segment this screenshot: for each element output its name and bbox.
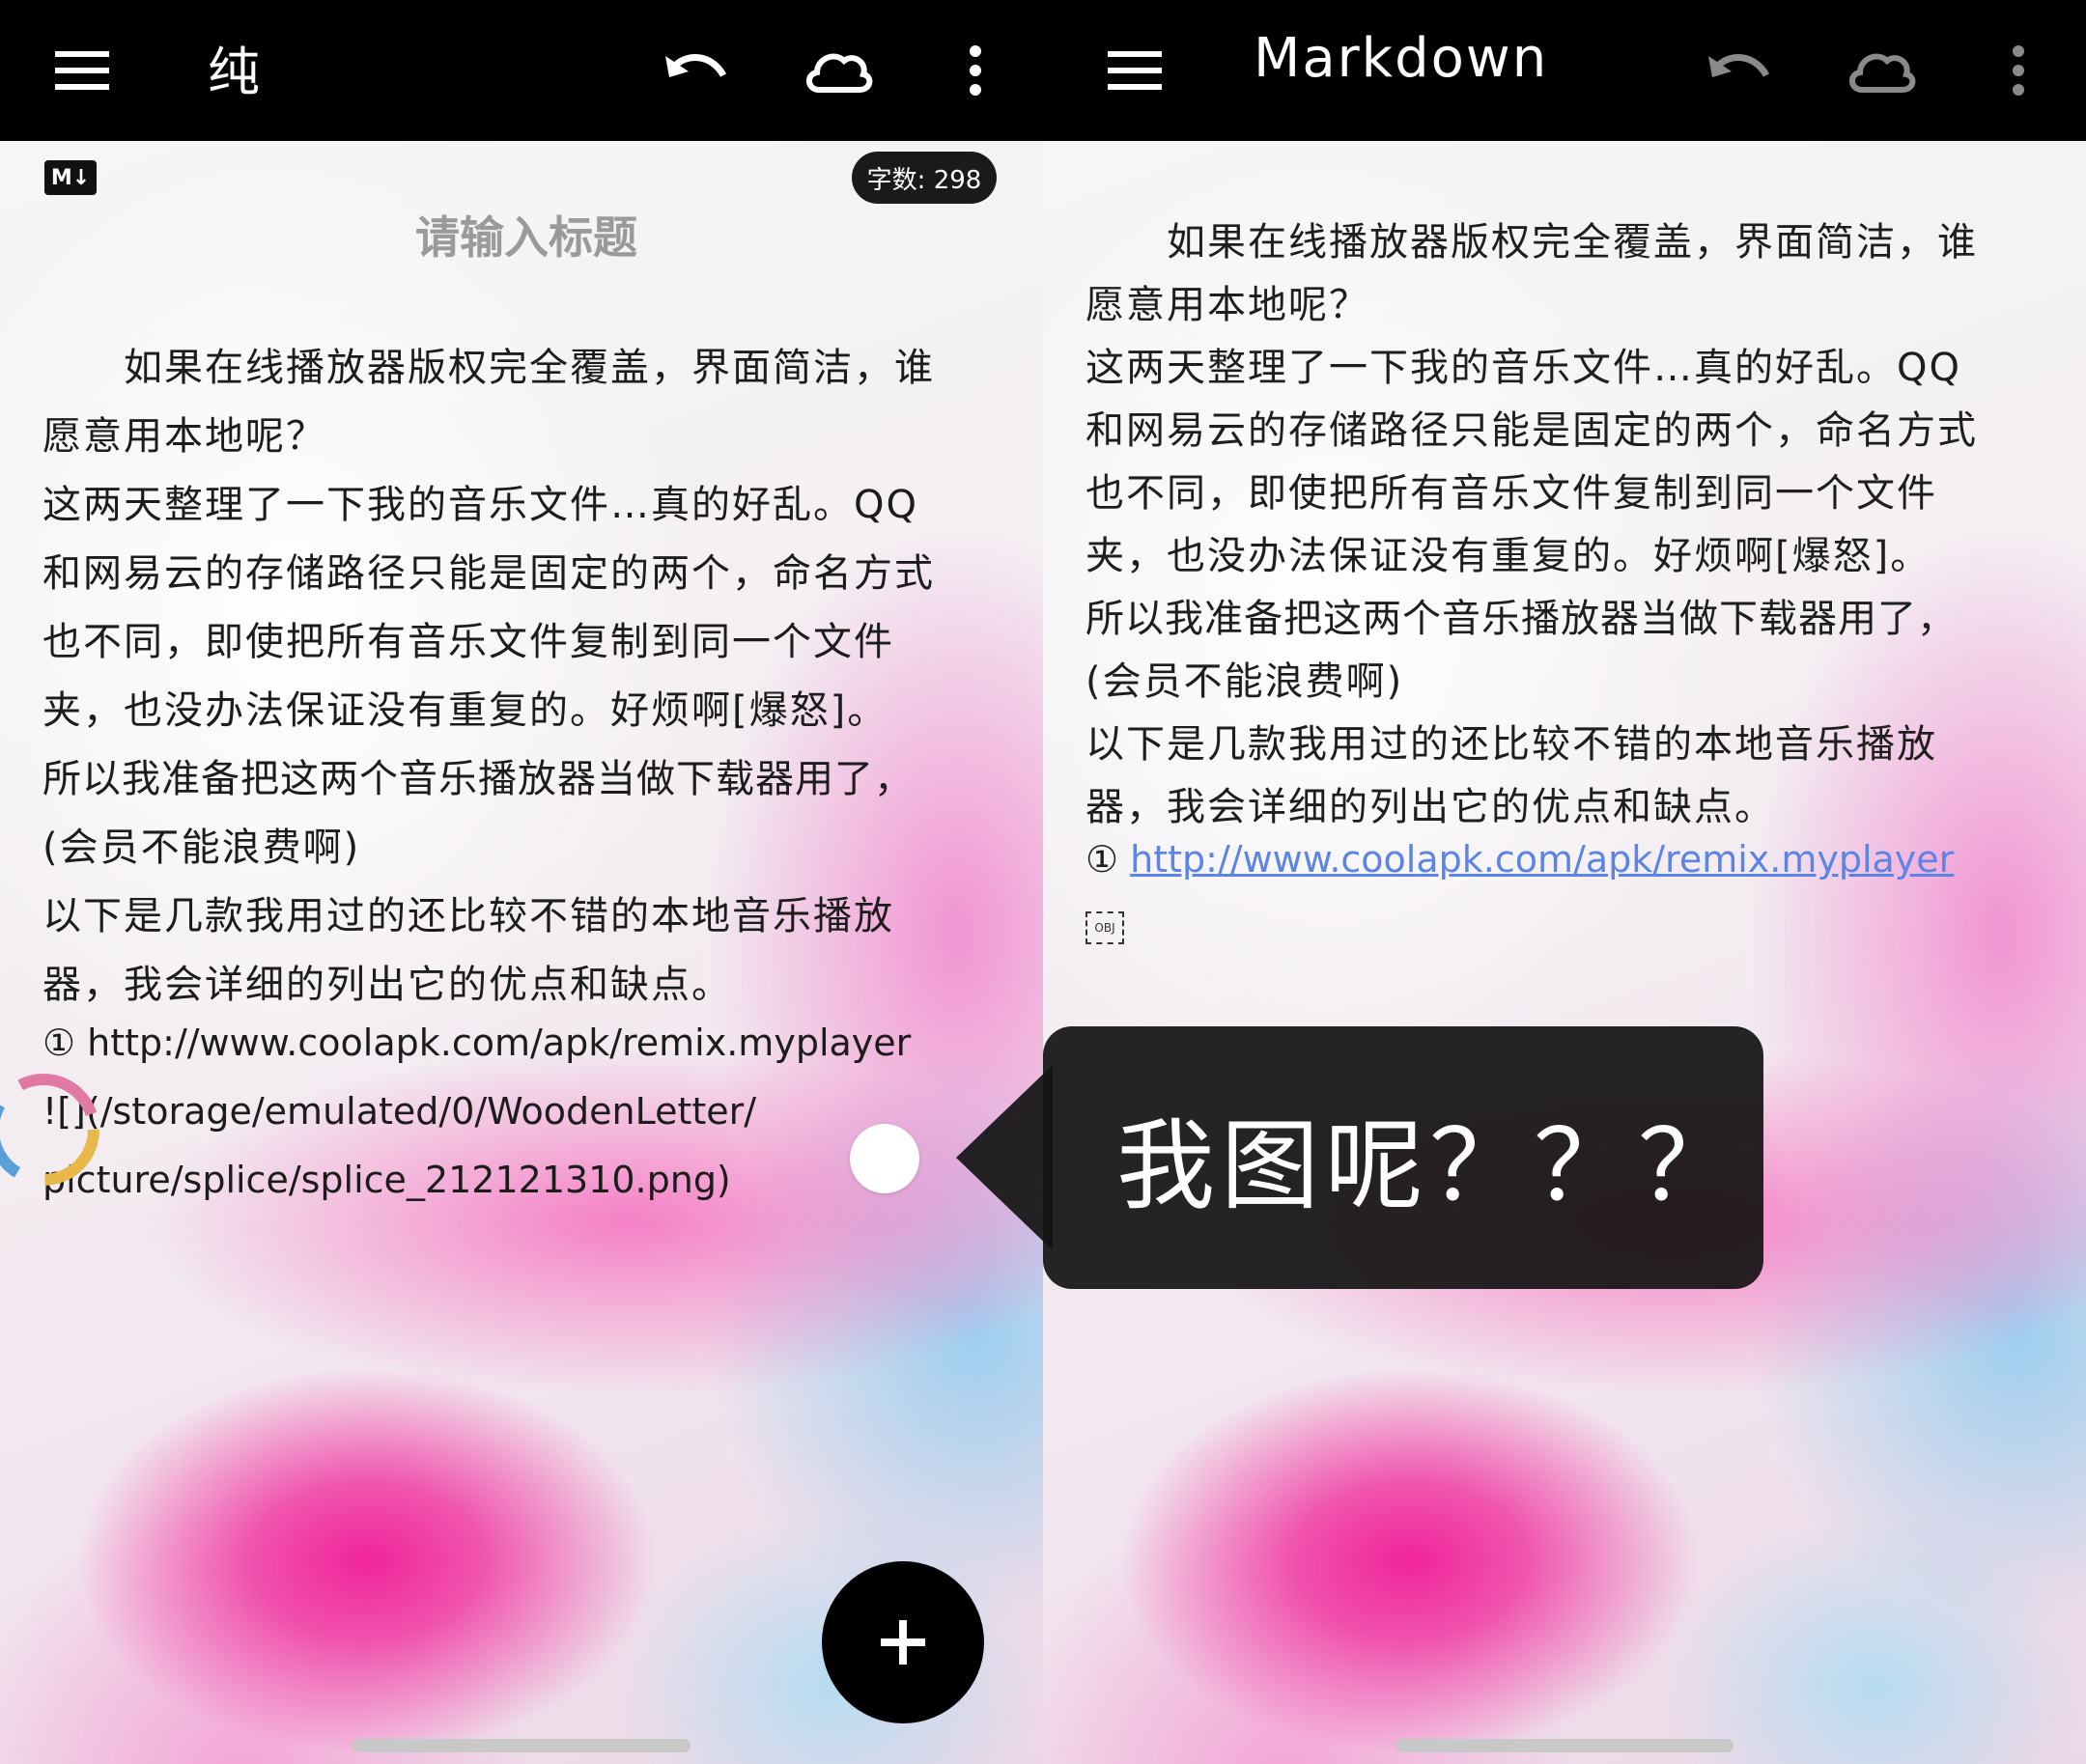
text-line: 以下是几款我用过的还比较不错的本地音乐播放 bbox=[1085, 722, 1937, 767]
speech-bubble-text: 我图呢？？？ bbox=[1043, 1026, 1763, 1289]
text-line: picture/splice/splice_212121310.png) bbox=[42, 1159, 731, 1201]
text-line: 夹，也没办法保证没有重复的。好烦啊[爆怒]。 bbox=[42, 688, 888, 733]
text-line: 器，我会详细的列出它的优点和缺点。 bbox=[1085, 785, 1775, 829]
word-count-badge: 字数: 298 bbox=[852, 152, 997, 204]
text-line: (会员不能浪费啊) bbox=[1085, 659, 1404, 704]
text-line: 也不同，即使把所有音乐文件复制到同一个文件 bbox=[42, 620, 894, 664]
floating-cursor-dot[interactable] bbox=[850, 1124, 919, 1193]
text-line: 和网易云的存储路径只能是固定的两个，命名方式 bbox=[42, 551, 935, 596]
text-line: 这两天整理了一下我的音乐文件…真的好乱。QQ bbox=[1085, 346, 1961, 390]
plus-icon bbox=[881, 1620, 925, 1665]
markdown-preview-panel: Markdown 如果在线播放器版权完全覆盖，界面简洁，谁 愿意用本地呢？ 这两… bbox=[1043, 0, 2086, 1764]
text-line: 如果在线播放器版权完全覆盖，界面简洁，谁 bbox=[42, 346, 935, 390]
text-line: 这两天整理了一下我的音乐文件…真的好乱。QQ bbox=[42, 483, 918, 527]
text-line: 所以我准备把这两个音乐播放器当做下载器用了， bbox=[42, 757, 914, 801]
text-line: 愿意用本地呢？ bbox=[1085, 283, 1369, 327]
undo-icon[interactable] bbox=[1700, 32, 1777, 109]
text-line: 所以我准备把这两个音乐播放器当做下载器用了， bbox=[1085, 597, 1957, 641]
text-line: 以下是几款我用过的还比较不错的本地音乐播放 bbox=[42, 894, 894, 938]
text-line: (会员不能浪费啊) bbox=[42, 826, 361, 870]
text-line: 夹，也没办法保证没有重复的。好烦啊[爆怒]。 bbox=[1085, 534, 1931, 578]
list-marker: ① bbox=[1085, 838, 1119, 881]
editor-text-area[interactable]: 如果在线播放器版权完全覆盖，界面简洁，谁 愿意用本地呢？ 这两天整理了一下我的音… bbox=[0, 328, 1043, 1236]
page-title: 纯 bbox=[208, 42, 260, 102]
gesture-handle[interactable] bbox=[1395, 1739, 1734, 1752]
title-input[interactable]: 请输入标题 bbox=[0, 203, 1043, 266]
obj-placeholder-label: OBJ bbox=[1094, 921, 1115, 935]
top-app-bar: Markdown bbox=[1043, 0, 2086, 141]
plain-editor-panel: 纯 M↓ 字数: 298 请输入标题 如果在线播放器版权完全覆盖，界面简洁，谁 … bbox=[0, 0, 1043, 1764]
page-title: Markdown bbox=[1254, 27, 1549, 90]
link-line: ① http://www.coolapk.com/apk/remix.mypla… bbox=[1085, 838, 1954, 881]
top-app-bar: 纯 bbox=[0, 0, 1043, 141]
text-line: 器，我会详细的列出它的优点和缺点。 bbox=[42, 963, 732, 1007]
more-options-icon[interactable] bbox=[956, 32, 995, 109]
menu-icon[interactable] bbox=[39, 32, 126, 109]
text-line: ![](/storage/emulated/0/WoodenLetter/ bbox=[42, 1090, 757, 1133]
preview-text-area: 如果在线播放器版权完全覆盖，界面简洁，谁 愿意用本地呢？ 这两天整理了一下我的音… bbox=[1043, 210, 2086, 983]
add-button[interactable] bbox=[822, 1561, 984, 1723]
text-line: 和网易云的存储路径只能是固定的两个，命名方式 bbox=[1085, 408, 1978, 453]
cloud-icon[interactable] bbox=[1837, 32, 1924, 109]
more-options-icon[interactable] bbox=[1999, 32, 2038, 109]
gesture-handle[interactable] bbox=[352, 1739, 691, 1752]
coolapk-link[interactable]: http://www.coolapk.com/apk/remix.myplaye… bbox=[1130, 838, 1954, 881]
text-line: ① http://www.coolapk.com/apk/remix.mypla… bbox=[42, 1022, 912, 1064]
undo-icon[interactable] bbox=[657, 32, 734, 109]
text-line: 如果在线播放器版权完全覆盖，界面简洁，谁 bbox=[1085, 220, 1978, 265]
text-line: 也不同，即使把所有音乐文件复制到同一个文件 bbox=[1085, 471, 1937, 516]
speech-bubble-pointer bbox=[956, 1065, 1053, 1250]
cloud-icon[interactable] bbox=[794, 32, 881, 109]
loading-spinner-icon bbox=[0, 1057, 116, 1202]
markdown-badge: M↓ bbox=[44, 160, 97, 195]
menu-icon[interactable] bbox=[1091, 32, 1178, 109]
text-line: 愿意用本地呢？ bbox=[42, 414, 326, 459]
missing-image-placeholder: OBJ bbox=[1085, 911, 1124, 944]
